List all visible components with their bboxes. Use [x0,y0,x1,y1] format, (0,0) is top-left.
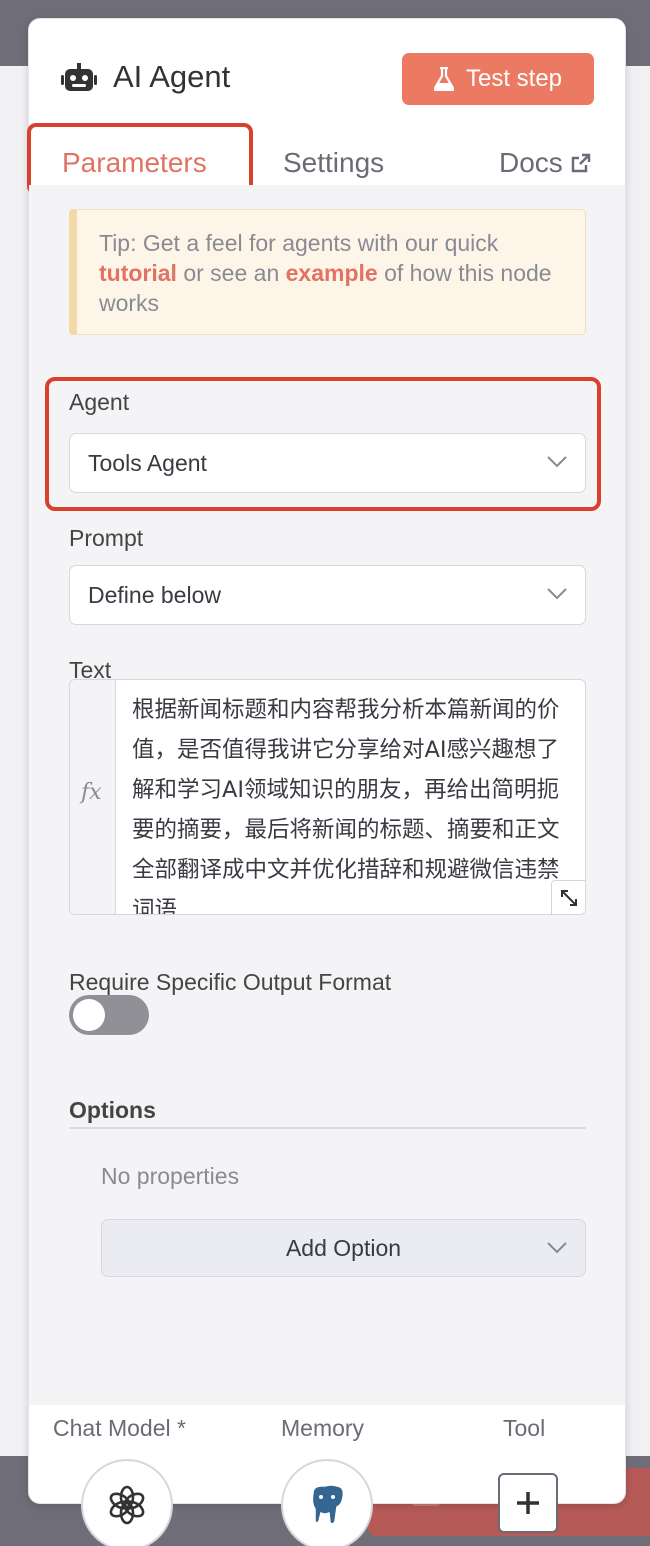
toggle-knob [73,999,105,1031]
output-format-toggle[interactable] [69,995,149,1035]
output-format-label: Require Specific Output Format [69,969,392,995]
tool-label: Tool [503,1415,546,1441]
tutorial-link[interactable]: tutorial [99,260,177,286]
prompt-select-value: Define below [88,581,221,608]
add-tool-button[interactable] [498,1473,558,1533]
test-step-button[interactable]: Test step [402,53,594,105]
flask-icon [433,67,454,91]
agent-select[interactable]: Tools Agent [69,433,586,493]
memory-label: Memory [281,1415,365,1441]
tip-callout: Tip: Get a feel for agents with our quic… [69,209,586,335]
tip-text-middle: or see an [183,260,280,286]
test-step-label: Test step [465,65,563,92]
agent-label: Agent [69,389,130,415]
chevron-down-icon [547,1242,567,1254]
tab-settings[interactable]: Settings [283,147,384,179]
chevron-down-icon [547,588,567,600]
options-title: Options [69,1097,156,1123]
expand-editor-button[interactable] [551,880,585,914]
tab-docs[interactable]: Docs [499,147,591,179]
add-option-label: Add Option [285,1234,402,1261]
plus-icon [517,1492,539,1514]
options-divider [69,1127,586,1129]
text-input[interactable]: fx 根据新闻标题和内容帮我分析本篇新闻的价值，是否值得我讲它分享给对AI感兴趣… [69,679,586,915]
panel-header: AI Agent Test step [29,19,625,129]
node-title: AI Agent [113,59,231,94]
no-properties-text: No properties [101,1163,240,1189]
tab-docs-label: Docs [499,147,563,178]
openai-icon [109,1485,145,1525]
external-link-icon [571,153,590,173]
expression-toggle[interactable]: fx [70,680,116,914]
robot-icon [61,63,97,91]
memory-node[interactable] [281,1459,373,1546]
node-panel: AI Agent Test step Parameters Settings D… [27,18,626,1546]
prompt-label: Prompt [69,525,144,551]
fx-label: fx [81,780,102,805]
tip-text-prefix: Tip: Get a feel for agents with our quic… [99,230,499,256]
chat-model-node[interactable] [81,1459,173,1546]
example-link[interactable]: example [286,260,378,286]
prompt-select[interactable]: Define below [69,565,586,625]
text-input-value: 根据新闻标题和内容帮我分析本篇新闻的价值，是否值得我讲它分享给对AI感兴趣想了解… [132,697,560,915]
agent-select-value: Tools Agent [88,449,207,476]
postgres-icon [311,1484,345,1525]
parameters-content: Tip: Get a feel for agents with our quic… [29,185,625,1405]
chevron-down-icon [547,456,567,468]
add-option-button[interactable]: Add Option [101,1219,586,1277]
chat-model-label: Chat Model * [53,1415,186,1441]
expand-icon [560,889,577,906]
